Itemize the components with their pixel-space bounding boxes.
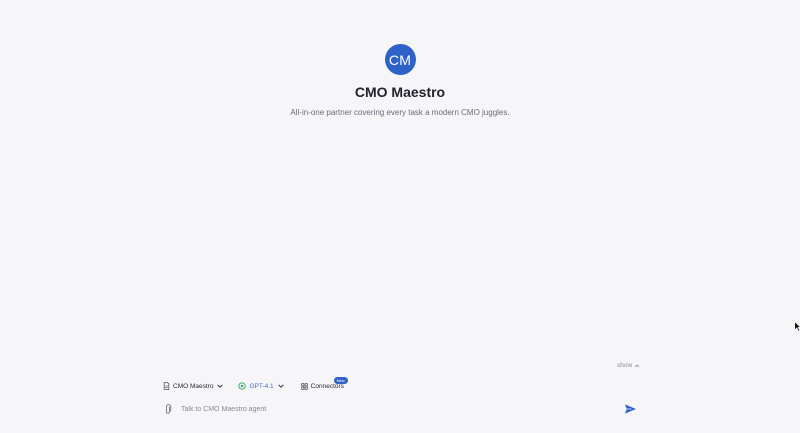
- chevron-down-icon: [217, 384, 224, 388]
- new-badge: New: [333, 376, 348, 384]
- chevron-up-icon: [635, 364, 640, 367]
- connectors-label: Connectors: [310, 382, 344, 390]
- model-selector-label: GPT-4.1: [249, 382, 274, 390]
- agent-avatar: CM: [384, 44, 416, 75]
- chat-input[interactable]: [181, 401, 624, 417]
- agent-selector-label: CMO Maestro: [173, 382, 214, 390]
- send-button[interactable]: [624, 402, 638, 416]
- chat-composer: [158, 394, 644, 424]
- send-icon: [624, 404, 637, 414]
- show-toggle-label: show: [617, 362, 633, 369]
- composer-toolbar: CMO Maestro GPT-4.1 Connectors New: [163, 376, 348, 392]
- openai-icon: [238, 382, 247, 390]
- agent-title: CMO Maestro: [354, 84, 446, 100]
- document-icon: [163, 382, 170, 390]
- agent-header: CM CMO Maestro All-in-one partner coveri…: [0, 44, 800, 117]
- show-toggle[interactable]: show: [617, 362, 640, 369]
- paperclip-icon: [166, 403, 172, 414]
- connectors-button[interactable]: Connectors New: [301, 376, 348, 390]
- mouse-cursor-icon: [794, 321, 800, 332]
- agent-initials: CM: [388, 51, 412, 68]
- agent-description: All-in-one partner covering every task a…: [290, 108, 510, 117]
- model-selector[interactable]: GPT-4.1: [238, 382, 284, 390]
- attach-button[interactable]: [164, 403, 174, 415]
- chevron-down-icon: [277, 384, 284, 388]
- agent-selector[interactable]: CMO Maestro: [163, 382, 224, 390]
- grid-icon: [301, 382, 308, 390]
